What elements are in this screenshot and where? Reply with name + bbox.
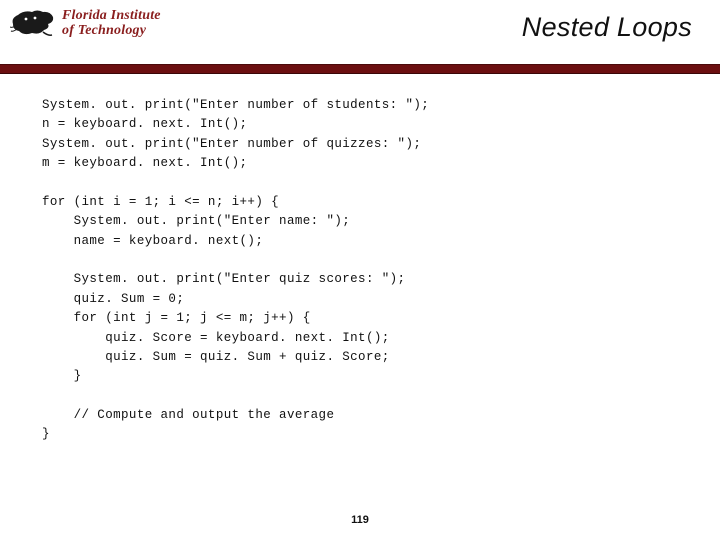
header: Florida Institute of Technology Nested L… <box>0 0 720 62</box>
slide-title: Nested Loops <box>522 12 692 43</box>
institution-name: Florida Institute of Technology <box>62 9 161 38</box>
slide: Florida Institute of Technology Nested L… <box>0 0 720 540</box>
logo-block: Florida Institute of Technology <box>10 6 161 40</box>
institution-line2: of Technology <box>62 24 161 38</box>
page-number: 119 <box>0 514 720 526</box>
slide-body: System. out. print("Enter number of stud… <box>0 74 720 445</box>
institution-line1: Florida Institute <box>62 9 161 23</box>
header-divider <box>0 64 720 74</box>
code-block: System. out. print("Enter number of stud… <box>42 96 720 445</box>
panther-icon <box>10 6 56 40</box>
